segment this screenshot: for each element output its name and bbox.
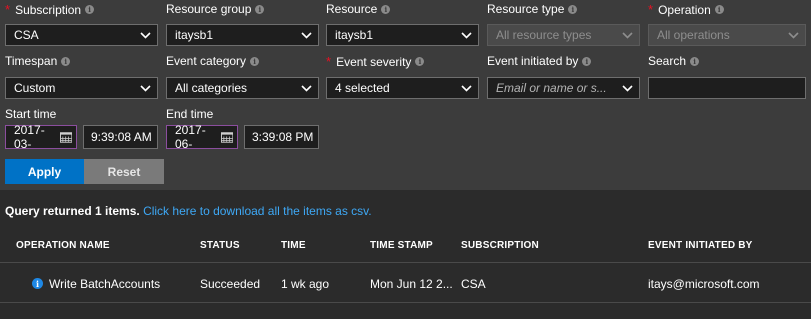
chevron-down-icon [294,25,318,45]
operation-label: * Operation i [648,2,724,17]
resource-group-select[interactable]: itaysb1 [166,24,319,46]
resource-group-label: Resource group i [166,2,265,16]
column-header-event-initiated-by[interactable]: EVENT INITIATED BY [648,240,753,251]
calendar-icon[interactable] [59,131,72,143]
reset-button[interactable]: Reset [84,159,164,184]
event-category-select[interactable]: All categories [166,77,319,99]
info-icon[interactable]: i [255,4,265,14]
query-result-text: Query returned 1 items. [5,204,140,218]
operation-name-cell[interactable]: Write BatchAccounts [49,277,160,291]
start-date-input[interactable]: 2017-03- [5,123,77,151]
info-icon[interactable]: i [415,57,425,66]
required-mark: * [326,54,332,69]
resource-label: Resource i [326,2,391,16]
info-icon[interactable]: i [250,56,260,66]
chevron-down-icon [615,78,639,98]
required-mark: * [5,2,11,17]
event-severity-label: * Event severity i [326,54,425,69]
column-header-status[interactable]: STATUS [200,240,240,251]
status-cell: Succeeded [200,277,261,291]
event-initiated-by-label: Event initiated by i [487,54,592,68]
start-time-label: Start time [5,107,57,121]
info-icon[interactable]: i [690,56,700,66]
header-divider [0,262,811,263]
info-icon[interactable]: i [381,4,391,14]
query-result: Query returned 1 items. Click here to do… [5,204,372,218]
download-csv-link[interactable]: Click here to download all the items as … [143,204,372,218]
chevron-down-icon [294,78,318,98]
info-icon[interactable]: i [714,5,724,14]
event-severity-select[interactable]: 4 selected [326,77,479,99]
timespan-label: Timespan i [5,54,71,68]
initiated-by-cell: itays@microsoft.com [648,277,760,291]
filter-panel: * Subscription i Resource group i Resour… [0,0,811,190]
required-mark: * [648,2,654,17]
info-icon: i [32,278,43,289]
time-stamp-cell: Mon Jun 12 2... [370,277,453,291]
calendar-icon[interactable] [220,131,233,143]
chevron-down-icon [133,78,157,98]
search-input[interactable] [648,77,806,99]
start-time-input[interactable]: 9:39:08 AM [83,125,158,149]
subscription-select[interactable]: CSA [5,24,158,46]
event-category-label: Event category i [166,54,260,68]
chevron-down-icon [781,25,805,45]
chevron-down-icon [454,78,478,98]
column-header-time[interactable]: TIME [281,240,306,251]
row-divider [0,302,811,303]
info-icon[interactable]: i [61,56,71,66]
end-time-input[interactable]: 3:39:08 PM [244,125,319,149]
search-label: Search i [648,54,700,68]
chevron-down-icon [454,25,478,45]
column-header-time-stamp[interactable]: TIME STAMP [370,240,433,251]
column-header-operation-name[interactable]: OPERATION NAME [16,240,110,251]
chevron-down-icon [615,25,639,45]
column-header-subscription[interactable]: SUBSCRIPTION [461,240,539,251]
info-icon[interactable]: i [85,5,95,14]
timespan-select[interactable]: Custom [5,77,158,99]
end-date-input[interactable]: 2017-06- [166,123,238,151]
time-cell: 1 wk ago [281,277,330,291]
event-initiated-by-select[interactable]: Email or name or s... [487,77,640,99]
apply-button[interactable]: Apply [5,159,84,184]
info-icon[interactable]: i [582,56,592,66]
subscription-label: * Subscription i [5,2,95,17]
chevron-down-icon [133,25,157,45]
resource-type-label: Resource type i [487,2,578,16]
end-time-label: End time [166,107,214,121]
subscription-cell: CSA [461,277,486,291]
operation-select[interactable]: All operations [648,24,806,46]
resource-select[interactable]: itaysb1 [326,24,479,46]
resource-type-select[interactable]: All resource types [487,24,640,46]
info-icon[interactable]: i [568,4,578,14]
